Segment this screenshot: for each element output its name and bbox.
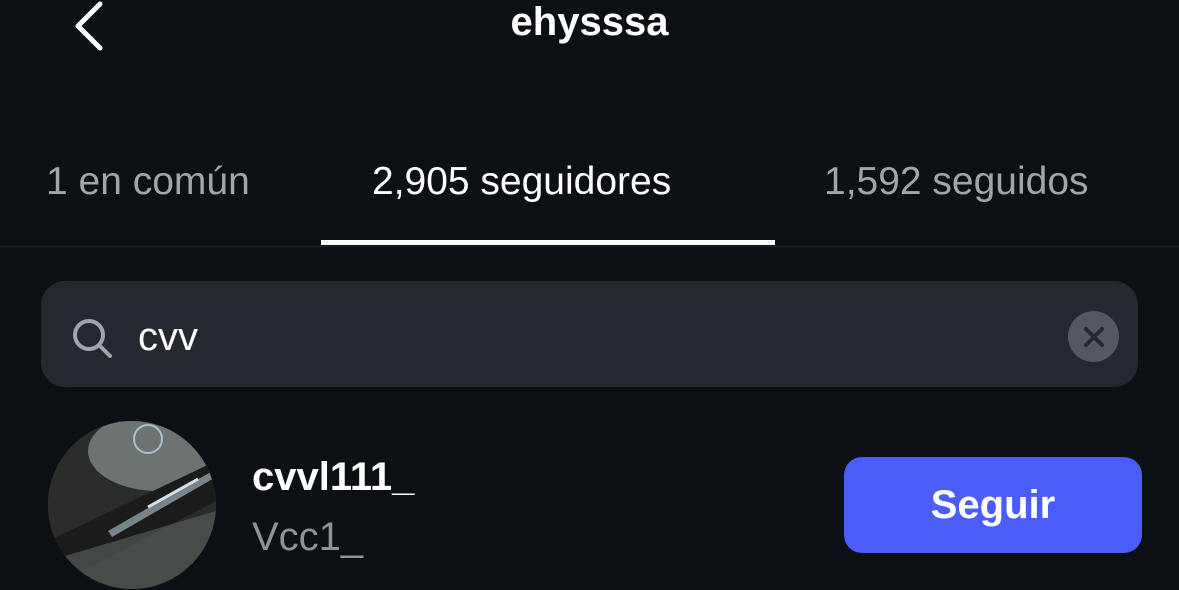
header: ehysssa <box>0 0 1179 60</box>
clear-search-button[interactable] <box>1068 311 1119 362</box>
close-icon <box>1083 326 1104 347</box>
tab-in-common[interactable]: 1 en común <box>46 150 250 214</box>
full-name: Vcc1_ <box>252 515 364 559</box>
followers-screen: ehysssa 1 en común 2,905 seguidores 1,59… <box>0 0 1179 590</box>
avatar[interactable] <box>48 421 216 589</box>
search-icon <box>73 319 112 358</box>
avatar-image <box>48 421 216 589</box>
search-input[interactable] <box>138 311 1038 363</box>
tab-following[interactable]: 1,592 seguidos <box>824 150 1089 214</box>
username[interactable]: cvvl111_ <box>252 452 414 502</box>
tab-followers[interactable]: 2,905 seguidores <box>372 150 671 214</box>
follow-button[interactable]: Seguir <box>844 457 1142 553</box>
page-title: ehysssa <box>510 0 669 44</box>
active-tab-indicator <box>321 240 775 245</box>
tab-bar: 1 en común 2,905 seguidores 1,592 seguid… <box>0 150 1179 247</box>
